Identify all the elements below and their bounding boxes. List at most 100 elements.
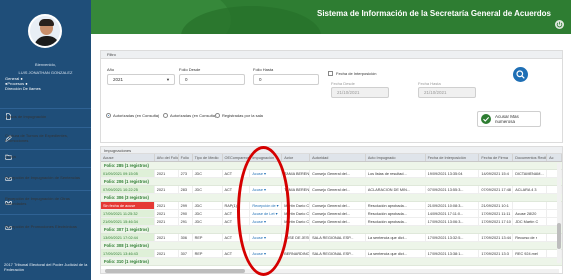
table-cell: ACT (223, 234, 251, 241)
table-caption: Impugnaciones (101, 147, 562, 154)
avatar (28, 14, 62, 48)
radio-autorizadas-2[interactable] (163, 113, 168, 118)
table-cell: JDC (193, 170, 223, 177)
sidebar-item-recepcion-sentencias[interactable]: Recepción de Impugnación de Sentencias (0, 166, 91, 188)
sidebar-item-label: Recepción de Impugnación de Otras Autori… (5, 196, 70, 206)
folio-from-input[interactable]: 0 (179, 74, 245, 85)
group-row[interactable]: Folio: 310 (1 registros) (101, 258, 562, 266)
column-header[interactable]: Acto Impugnado (366, 154, 426, 161)
table-cell: 17/09/2021 13:3 (479, 250, 514, 257)
radio-autorizadas[interactable] (106, 113, 111, 118)
folio-from-label: Folio Desde (179, 67, 201, 72)
table-cell: JOSE DE JESUS GIZ... (284, 234, 311, 241)
table-cell: JDC (193, 202, 223, 209)
table-cell: 290 (179, 210, 193, 217)
table-cell: REP (193, 250, 223, 257)
table-header: Acuse Año del Folio Folio Tipo de Medio … (101, 154, 562, 162)
column-header[interactable]: Ac (547, 154, 562, 161)
impugnacion-dropdown[interactable]: Recepción de ▾ (250, 202, 283, 209)
date-to-input[interactable]: 21/10/2021 (418, 87, 476, 98)
table-row[interactable]: 17/09/2021 11:25:32 2021 290 JDC ACT Acuse de… (101, 210, 562, 218)
table-cell: 283 (179, 186, 193, 193)
column-header[interactable]: Documentos Recibidos (513, 154, 548, 161)
group-row[interactable]: Folio: 308 (1 registros) (101, 242, 562, 250)
table-cell: 2021 (155, 250, 179, 257)
impugnacion-dropdown[interactable]: Acuse ▾ (250, 250, 283, 257)
table-cell: 2021 (155, 234, 179, 241)
table-cell: 2021 (155, 218, 179, 225)
table-cell: 21/09/2021 10:1 (479, 202, 514, 209)
table-row[interactable]: 13/09/2021 17:02:44 2021 306 REP ACT Acuse ▾ J… (101, 234, 562, 242)
horizontal-scrollbar[interactable] (101, 269, 559, 273)
table-cell: JDC (193, 218, 223, 225)
year-label: Año (107, 67, 115, 72)
table-cell: ACT (223, 210, 251, 217)
table-cell: Martín Darío Cázares... (284, 210, 311, 217)
sidebar-item-avisos[interactable]: Avisos de Impugnación (0, 105, 91, 127)
table-cell: JDC (193, 186, 223, 193)
group-row[interactable]: Folio: 307 (1 registros) (101, 226, 562, 234)
column-header[interactable]: Fecha de Firma (479, 154, 514, 161)
date-filter-checkbox[interactable] (328, 71, 333, 76)
table-cell: DICTAMENAM... (513, 170, 548, 177)
sidebar-item-recepcion-autoridades[interactable]: Recepción de Impugnación de Otras Autori… (0, 190, 91, 212)
impugnacion-dropdown[interactable]: Acuse ▾ (250, 170, 283, 177)
column-header[interactable]: Tipo de Medio (193, 154, 223, 161)
table-cell: 17/09/2021 17:10 (479, 218, 514, 225)
column-header[interactable]: Fecha de Interposición (426, 154, 480, 161)
acuse-date-cell: 21/09/2021 15:46:34 (101, 218, 155, 225)
sidebar: Bienvenido, LUIS JONATHAN GONZALEZ Gener… (0, 0, 91, 280)
table-cell: 17/09/2021 13:32:5... (426, 234, 480, 241)
sidebar-role: General ● ●Procesos ● Dirección De Ilame… (5, 76, 89, 91)
folio-to-input[interactable]: 0 (253, 74, 319, 85)
acuse-date-cell: 17/09/2021 13:46:43 (101, 250, 155, 257)
acuse-date-cell: Sin fecha de acuse (101, 202, 155, 209)
table-cell: Resolución aprobada... (366, 202, 426, 209)
table-cell: 17/09/2021 13:38:1... (426, 250, 480, 257)
search-button[interactable] (513, 67, 528, 82)
folio-to-label: Folio Hasta (253, 67, 274, 72)
column-header[interactable]: Acuse (101, 154, 155, 161)
impugnacion-dropdown[interactable]: Acuse de Let ▾ (250, 210, 283, 217)
check-icon (481, 114, 491, 124)
table-cell: 14/09/2021 15:4 (479, 170, 514, 177)
impugnacion-dropdown[interactable]: Acuse ▾ (250, 234, 283, 241)
column-header[interactable]: Folio (179, 154, 193, 161)
impugnacion-dropdown[interactable]: Acuse ▾ (250, 218, 283, 225)
column-header[interactable]: OEComparecencia (223, 154, 251, 161)
sidebar-item-label: Captura de Turnos de Expedientes, Promoc… (5, 133, 68, 143)
radio-registradas[interactable] (215, 113, 220, 118)
table-row[interactable]: Sin fecha de acuse 2021 299 JDC RAP(1) Recepc… (101, 202, 562, 210)
table-cell: Recurso de r (513, 234, 548, 241)
year-select[interactable]: 2021 ▼ (107, 74, 175, 85)
table-cell: ACT (223, 170, 251, 177)
acuse-date-cell: 13/09/2021 17:02:44 (101, 234, 155, 241)
acusar-button-label: Acusar Mas numerosa (495, 114, 519, 124)
date-to-label: Fecha Hasta (418, 81, 441, 86)
vertical-scrollbar[interactable] (557, 163, 561, 263)
column-header[interactable]: Año del Folio (155, 154, 179, 161)
table-cell: 17/09/2021 11:11 (479, 210, 514, 217)
table-row[interactable]: 07/09/2021 10:22:25 2021 283 JDC ACT Acuse ▾ T… (101, 186, 562, 194)
table-row[interactable]: 17/09/2021 13:46:43 2021 307 REP ACT Acuse ▾ B… (101, 250, 562, 258)
column-header[interactable]: Autoridad (310, 154, 366, 161)
table-row[interactable]: 01/09/2021 09:15:05 2021 273 JDC ACT Acuse ▾ T… (101, 170, 562, 178)
radio-registradas-label: Registradas por la sala (222, 113, 263, 118)
filter-panel: Filtro Año 2021 ▼ Folio Desde 0 Folio Ha… (100, 50, 563, 143)
impugnacion-dropdown[interactable]: Acuse ▾ (250, 186, 283, 193)
table-cell: JDC Martín C (513, 218, 548, 225)
column-header[interactable]: Actor (282, 154, 311, 161)
sidebar-item-queja[interactable]: Queja (0, 145, 91, 167)
table-cell: 291 (179, 218, 193, 225)
table-cell: 2021 (155, 210, 179, 217)
table-row[interactable]: 21/09/2021 15:46:34 2021 291 JDC ACT Acuse ▾ M… (101, 218, 562, 226)
group-row[interactable]: Folio: 206 (1 registros) (101, 178, 562, 186)
power-icon[interactable] (555, 20, 564, 29)
role-line: Dirección De Ilames (5, 86, 41, 91)
date-from-input[interactable]: 21/10/2021 (331, 87, 389, 98)
group-row[interactable]: Folio: 285 (1 registros) (101, 162, 562, 170)
acusar-button[interactable]: Acusar Mas numerosa (477, 111, 541, 127)
group-row[interactable]: Folio: 306 (3 registros) (101, 194, 562, 202)
column-header[interactable]: Impugnación (250, 154, 283, 161)
sidebar-item-promociones[interactable]: Recepción de Promociones Electrónicas (0, 215, 91, 237)
